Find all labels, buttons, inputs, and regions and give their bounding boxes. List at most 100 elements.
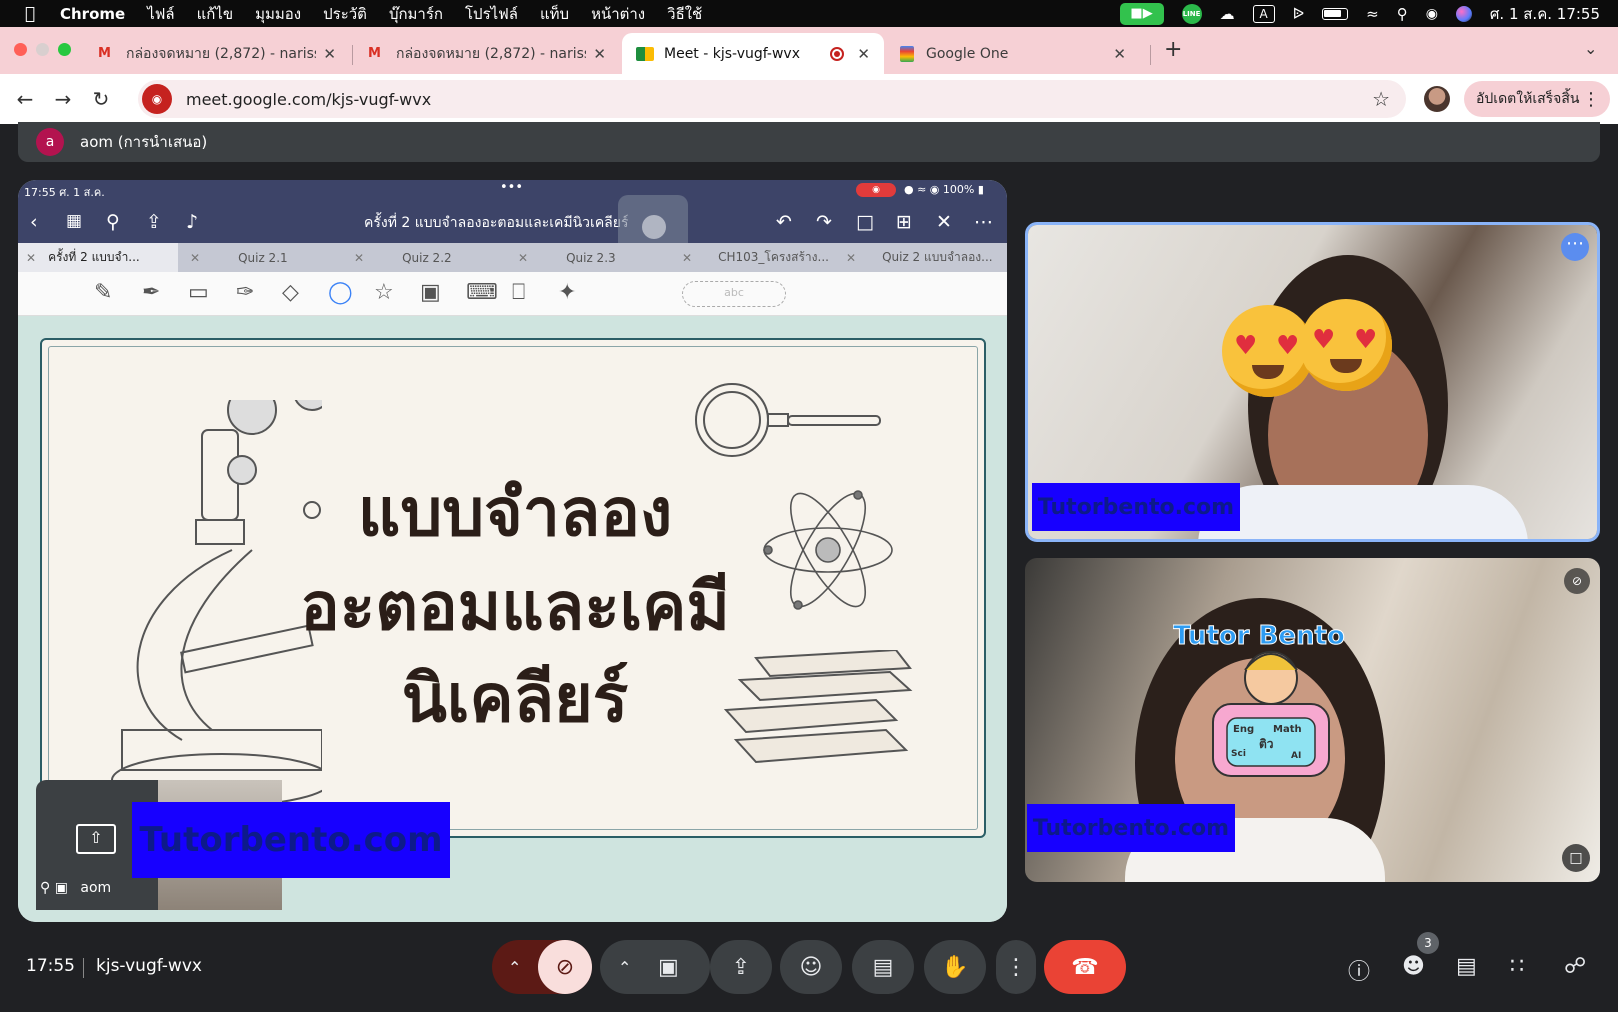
highlighter-icon[interactable]: ✑ (236, 280, 254, 305)
bookmark-star-icon[interactable]: ☆ (1372, 87, 1390, 111)
lasso-read-icon[interactable]: ✎ (94, 280, 112, 305)
leave-call-button[interactable]: ☎ (1044, 940, 1126, 994)
menu-window[interactable]: หน้าต่าง (591, 2, 645, 26)
update-button[interactable]: อัปเดตให้เสร็จสิ้น ⋮ (1464, 81, 1610, 117)
bookmark-icon[interactable]: □ (856, 211, 874, 233)
close-tab-icon[interactable]: ✕ (1113, 45, 1126, 63)
host-controls-icon[interactable]: ☍ (1564, 954, 1586, 979)
microphone-icon[interactable]: ♪ (186, 211, 198, 233)
wifi-icon[interactable]: ≈ (1366, 5, 1379, 23)
forward-arrow-icon[interactable]: → (44, 87, 82, 111)
expand-tile-icon[interactable]: □ (1562, 844, 1590, 872)
window-zoom-button[interactable] (58, 43, 71, 56)
more-icon[interactable]: ⋯ (974, 211, 993, 233)
undo-icon[interactable]: ↶ (776, 211, 792, 233)
reactions-button[interactable]: ☺ (780, 940, 842, 994)
text-box-icon[interactable]: ⎕ (512, 280, 525, 305)
line-app-icon[interactable]: LINE (1181, 3, 1202, 24)
raise-hand-button[interactable]: ✋ (924, 940, 986, 994)
back-arrow-icon[interactable]: ← (6, 87, 44, 111)
close-tab-icon[interactable]: ✕ (354, 251, 364, 265)
meeting-details-icon[interactable]: ⓘ (1348, 954, 1370, 986)
add-page-icon[interactable]: ⊞ (896, 211, 912, 233)
shapes-icon[interactable]: ◇ (282, 280, 299, 305)
tile-more-options-icon[interactable]: ⋯ (1561, 233, 1589, 261)
notes-tab[interactable]: ✕ Quiz 2.2 (346, 243, 506, 272)
menu-view[interactable]: มุมมอง (255, 2, 301, 26)
url-text[interactable]: meet.google.com/kjs-vugf-wvx (186, 90, 431, 109)
eraser-icon[interactable]: ▭ (188, 280, 209, 305)
menu-profiles[interactable]: โปรไฟล์ (465, 2, 518, 26)
camera-options-button[interactable]: ⌃ ▣ (600, 940, 710, 994)
chat-icon[interactable]: ▤ (1456, 954, 1477, 979)
window-minimize-button[interactable] (36, 43, 49, 56)
close-tab-icon[interactable]: ✕ (593, 45, 606, 63)
microphone-toggle-button[interactable]: ⊘ (538, 940, 592, 994)
close-tab-icon[interactable]: ✕ (26, 251, 36, 265)
facetime-camera-icon[interactable]: ■▶ (1119, 2, 1164, 25)
site-recording-icon[interactable]: ◉ (142, 84, 172, 114)
close-icon[interactable]: ✕ (936, 211, 952, 233)
input-source-indicator[interactable]: A (1252, 4, 1275, 23)
activities-grid-icon[interactable]: ∷ (1510, 954, 1524, 979)
close-tab-icon[interactable]: ✕ (682, 251, 692, 265)
participant-tile-2[interactable]: Tutor Bento Eng Math Sci ติว AI Tutorben… (1025, 558, 1600, 882)
tab-search-chevron-icon[interactable]: ⌄ (1584, 39, 1597, 58)
control-center-icon[interactable]: ◉ (1426, 6, 1438, 22)
tab-google-one[interactable]: Google One ✕ (886, 33, 1140, 74)
grid-icon[interactable]: ▦ (66, 211, 82, 231)
notes-tab[interactable]: ✕ Quiz 2.1 (182, 243, 342, 272)
menu-edit[interactable]: แก้ไข (197, 2, 234, 26)
redo-icon[interactable]: ↷ (816, 211, 832, 233)
siri-icon[interactable] (1455, 5, 1472, 22)
apple-menu-icon[interactable]:  (0, 4, 60, 24)
sticker-icon[interactable]: ☆ (374, 280, 394, 305)
menu-history[interactable]: ประวัติ (323, 2, 367, 26)
share-icon[interactable]: ⇪ (146, 211, 162, 233)
address-bar[interactable]: ◉ meet.google.com/kjs-vugf-wvx ☆ (138, 80, 1406, 118)
lasso-icon[interactable]: ◯ (328, 280, 353, 305)
close-tab-icon[interactable]: ✕ (323, 45, 336, 63)
laser-pointer-icon[interactable]: ✦ (558, 280, 576, 305)
notes-tab[interactable]: ✕ CH103_โครงสร้าง... (674, 243, 834, 272)
profile-avatar[interactable] (1424, 86, 1450, 112)
close-tab-icon[interactable]: ✕ (518, 251, 528, 265)
tab-meet[interactable]: Meet - kjs-vugf-wvx ✕ (622, 33, 884, 74)
cloud-sync-icon[interactable]: ☁ (1220, 5, 1235, 23)
notes-tab[interactable]: ✕ Quiz 2 แบบจำลอง... (838, 243, 1007, 272)
menu-bookmarks[interactable]: บุ๊กมาร์ก (389, 2, 443, 26)
search-icon[interactable]: ⚲ (106, 211, 120, 233)
more-options-button[interactable]: ⋮ (996, 940, 1036, 994)
notes-tab-active[interactable]: ✕ ครั้งที่ 2 แบบจำ... (18, 243, 178, 272)
menu-help[interactable]: วิธีใช้ (667, 2, 702, 26)
tab-gmail-2[interactable]: M กล่องจดหมาย (2,872) - narissa ✕ (354, 33, 620, 74)
document-title[interactable]: ครั้งที่ 2 แบบจำลองอะตอมและเคมีนิวเคลียร… (364, 212, 628, 234)
pin-icon[interactable]: ⚲ (40, 880, 50, 896)
keyboard-icon[interactable]: ⌨ (466, 280, 498, 305)
new-tab-icon[interactable]: + (1164, 37, 1182, 62)
battery-icon[interactable] (1322, 7, 1349, 20)
watermark-banner: Tutorbento.com (1032, 483, 1240, 531)
present-screen-button[interactable]: ⇪ (710, 940, 772, 994)
menu-app-name[interactable]: Chrome (60, 5, 125, 23)
close-tab-icon[interactable]: ✕ (846, 251, 856, 265)
pen-icon[interactable]: ✒ (142, 280, 160, 305)
bluetooth-icon[interactable]: ᐉ (1293, 5, 1305, 23)
close-tab-icon[interactable]: ✕ (190, 251, 200, 265)
window-close-button[interactable] (14, 43, 27, 56)
people-icon[interactable]: ☻ (1402, 954, 1425, 979)
handwriting-placeholder[interactable]: abc (682, 281, 786, 307)
menubar-datetime[interactable]: ศ. 1 ส.ค. 17:55 (1490, 2, 1600, 26)
menu-tab[interactable]: แท็บ (540, 2, 569, 26)
image-icon[interactable]: ▣ (420, 280, 441, 305)
participant-tile-1[interactable]: ♥ ♥ ♥ ♥ Tutorbento.com ⋯ (1025, 222, 1600, 542)
back-chevron-icon[interactable]: ‹ (30, 211, 38, 233)
menu-file[interactable]: ไฟล์ (147, 2, 174, 26)
captions-button[interactable]: ▤ (852, 940, 914, 994)
notes-tab[interactable]: ✕ Quiz 2.3 (510, 243, 670, 272)
reload-icon[interactable]: ↻ (82, 87, 120, 111)
close-tab-icon[interactable]: ✕ (857, 45, 870, 63)
tab-gmail-1[interactable]: M กล่องจดหมาย (2,872) - narissa ✕ (84, 33, 350, 74)
meeting-code[interactable]: kjs-vugf-wvx (96, 956, 202, 976)
spotlight-search-icon[interactable]: ⚲ (1397, 5, 1408, 23)
